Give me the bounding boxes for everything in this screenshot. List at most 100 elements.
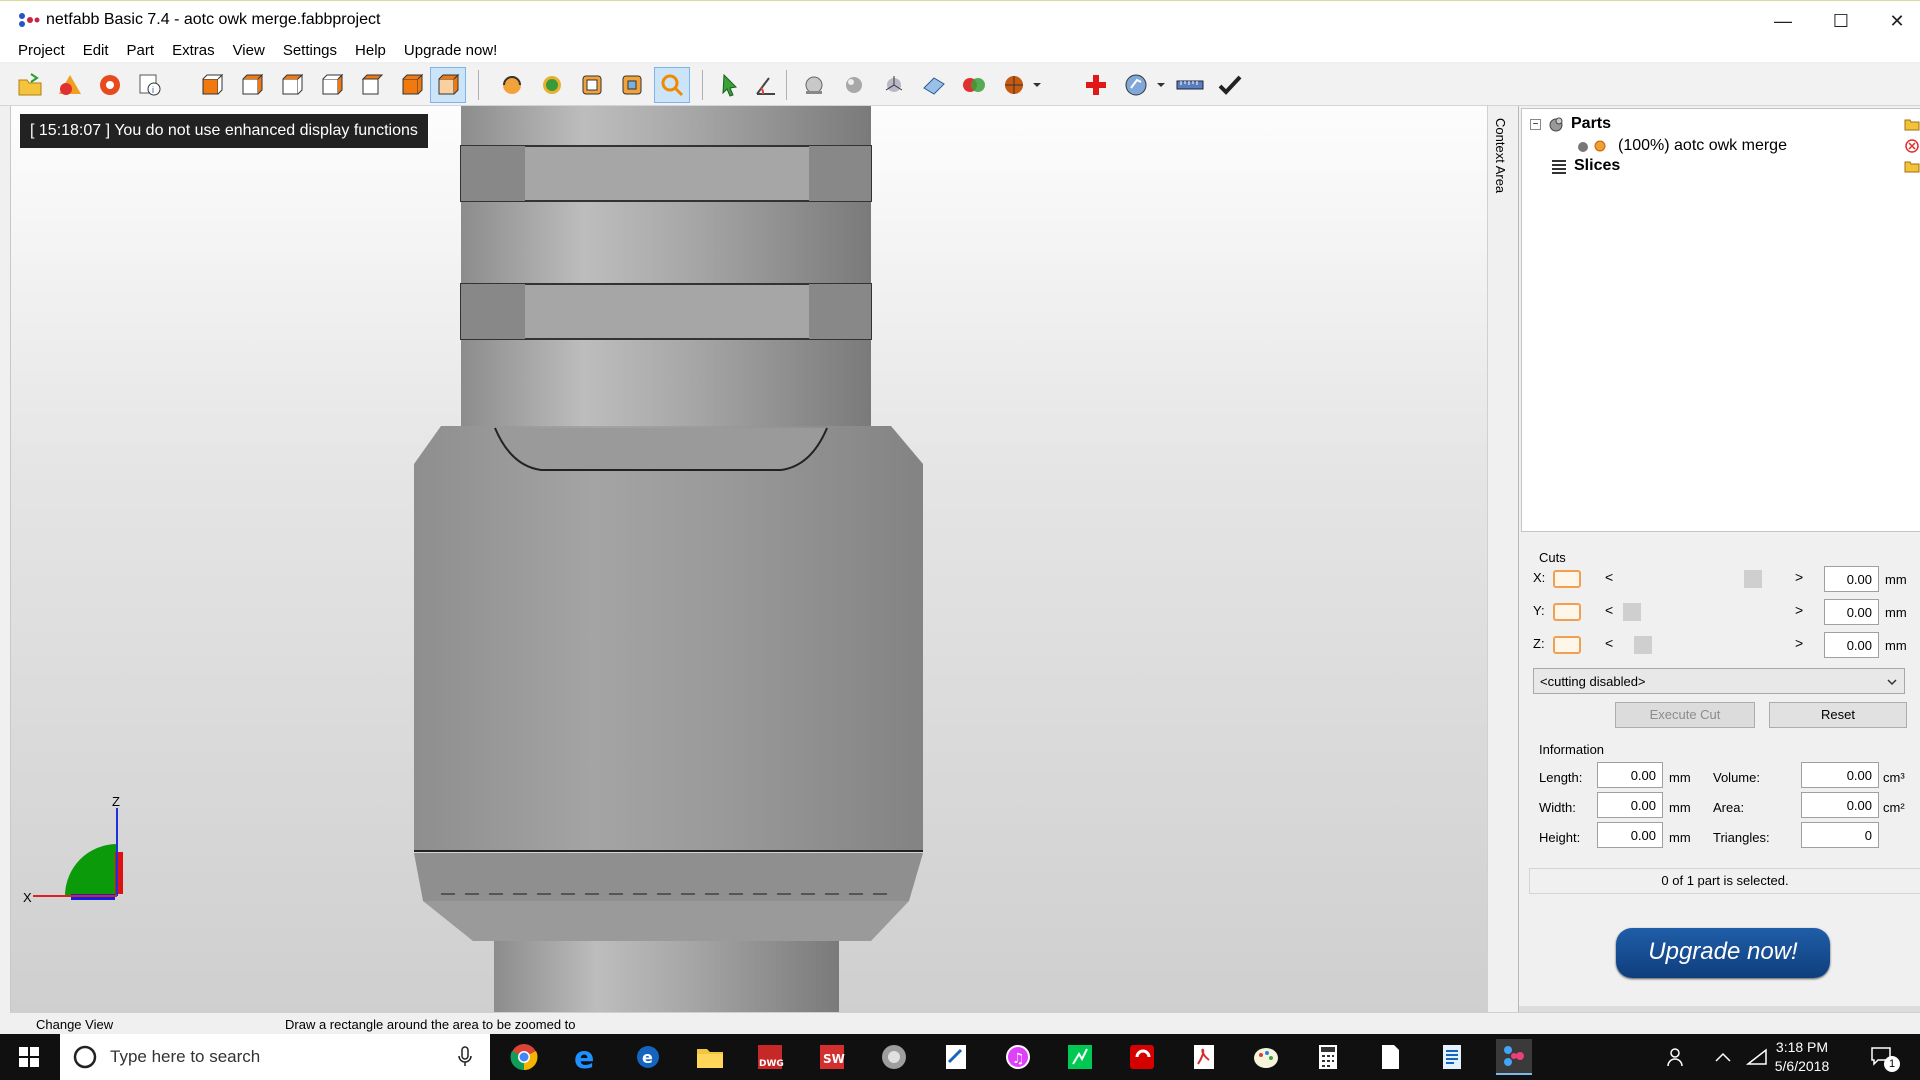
view-iso-icon[interactable] (430, 67, 466, 103)
calculator-icon[interactable] (1310, 1039, 1346, 1075)
microphone-icon[interactable] (457, 1046, 473, 1068)
measure-angle-icon[interactable] (748, 67, 784, 103)
colors-icon[interactable] (956, 67, 992, 103)
notepad-icon[interactable] (938, 1039, 974, 1075)
cut-y-decrease[interactable]: < (1605, 602, 1613, 618)
upgrade-now-button[interactable]: Upgrade now! (1616, 928, 1830, 978)
collapse-icon[interactable]: − (1530, 118, 1541, 130)
smooth-shading-icon[interactable] (836, 67, 872, 103)
rotate-view-icon[interactable] (494, 67, 530, 103)
cut-x-decrease[interactable]: < (1605, 569, 1613, 585)
action-center-button[interactable]: 1 (1864, 1042, 1904, 1072)
axes-icon[interactable] (876, 67, 912, 103)
view-bottom-icon[interactable] (394, 67, 430, 103)
file-explorer-icon[interactable] (692, 1039, 728, 1075)
cut-mode-select[interactable]: <cutting disabled> (1533, 668, 1905, 694)
file-icon[interactable] (1372, 1039, 1408, 1075)
cut-y-slider[interactable] (1623, 603, 1783, 621)
app-red-icon[interactable] (1124, 1039, 1160, 1075)
chevron-up-icon[interactable] (1714, 1050, 1732, 1064)
tree-node-part[interactable]: (100%) aotc owk merge (1574, 137, 1787, 155)
zoom-all-icon[interactable] (574, 67, 610, 103)
menu-settings[interactable]: Settings (273, 40, 345, 62)
view-front-icon[interactable] (194, 67, 230, 103)
fit-dropdown-icon[interactable] (1150, 67, 1172, 103)
add-repair-icon[interactable] (1078, 67, 1114, 103)
menu-view[interactable]: View (223, 40, 273, 62)
app-icon[interactable] (876, 1039, 912, 1075)
cut-x-thumb[interactable] (1744, 570, 1762, 588)
menu-help[interactable]: Help (345, 40, 394, 62)
people-icon[interactable] (1666, 1046, 1688, 1068)
sw-icon[interactable]: SW (814, 1039, 850, 1075)
cut-z-thumb[interactable] (1634, 636, 1652, 654)
cut-z-decrease[interactable]: < (1605, 635, 1613, 651)
view-back-icon[interactable] (234, 67, 270, 103)
chrome-icon[interactable] (506, 1039, 542, 1075)
open-project-icon[interactable] (12, 67, 48, 103)
minimize-button[interactable]: — (1754, 1, 1812, 41)
cut-y-unit: mm (1885, 605, 1907, 620)
dwg-icon[interactable]: DWG (752, 1039, 788, 1075)
cut-y-value[interactable]: 0.00 (1824, 599, 1879, 625)
cut-z-value[interactable]: 0.00 (1824, 632, 1879, 658)
texture-dropdown-icon[interactable] (1026, 67, 1048, 103)
system-clock[interactable]: 3:18 PM 5/6/2018 (1762, 1038, 1842, 1076)
cut-y-increase[interactable]: > (1795, 602, 1803, 618)
netfabb-icon[interactable] (1496, 1039, 1532, 1075)
tree-node-slices[interactable]: Slices (1550, 157, 1620, 175)
cut-z-slider[interactable] (1623, 636, 1783, 654)
cut-x-increase[interactable]: > (1795, 569, 1803, 585)
cut-z-toggle[interactable] (1553, 636, 1581, 654)
cut-y-toggle[interactable] (1553, 603, 1581, 621)
cut-x-toggle[interactable] (1553, 570, 1581, 588)
ie-icon[interactable]: e (630, 1039, 666, 1075)
maximize-button[interactable]: ☐ (1812, 1, 1870, 41)
zoom-rectangle-icon[interactable] (654, 67, 690, 103)
cut-x-value[interactable]: 0.00 (1824, 566, 1879, 592)
3d-viewport[interactable]: [ 15:18:07 ] You do not use enhanced dis… (10, 106, 1487, 1012)
acrobat-icon[interactable] (1186, 1039, 1222, 1075)
taskbar-search[interactable]: Type here to search (60, 1034, 490, 1080)
add-part-icon[interactable] (52, 67, 88, 103)
select-pointer-icon[interactable] (712, 67, 748, 103)
execute-cut-button[interactable]: Execute Cut (1615, 702, 1755, 728)
cut-x-slider[interactable] (1623, 570, 1783, 588)
context-area-strip[interactable]: Context Area (1487, 106, 1515, 1012)
menu-edit[interactable]: Edit (73, 40, 117, 62)
slices-folder-icon[interactable] (1904, 159, 1920, 173)
svg-text:DWG: DWG (759, 1059, 784, 1069)
notification-count: 1 (1884, 1056, 1900, 1072)
app-green-icon[interactable] (1062, 1039, 1098, 1075)
fit-icon[interactable] (1118, 67, 1154, 103)
remove-part-icon[interactable] (1905, 139, 1919, 153)
menu-project[interactable]: Project (0, 40, 73, 62)
document-icon[interactable] (1434, 1039, 1470, 1075)
part-info-icon[interactable]: i (132, 67, 168, 103)
pan-view-icon[interactable] (534, 67, 570, 103)
wireframe-icon[interactable] (916, 67, 952, 103)
menu-part[interactable]: Part (117, 40, 163, 62)
view-left-icon[interactable] (274, 67, 310, 103)
menu-upgrade[interactable]: Upgrade now! (394, 40, 505, 62)
check-icon[interactable] (1212, 67, 1248, 103)
repair-icon[interactable] (92, 67, 128, 103)
start-button[interactable] (0, 1034, 58, 1080)
paint-icon[interactable] (1248, 1039, 1284, 1075)
tree-node-parts[interactable]: − Parts (1530, 115, 1611, 133)
view-top-icon[interactable] (354, 67, 390, 103)
shading-icon[interactable] (796, 67, 832, 103)
slices-icon (1552, 160, 1566, 174)
reset-button[interactable]: Reset (1769, 702, 1907, 728)
close-button[interactable]: ✕ (1868, 1, 1920, 41)
menu-extras[interactable]: Extras (162, 40, 223, 62)
view-right-icon[interactable] (314, 67, 350, 103)
parts-folder-icon[interactable] (1904, 117, 1920, 131)
itunes-icon[interactable]: ♫ (1000, 1039, 1036, 1075)
cut-mode-value: <cutting disabled> (1540, 674, 1646, 689)
ruler-icon[interactable] (1172, 67, 1208, 103)
cut-y-thumb[interactable] (1623, 603, 1641, 621)
edge-icon[interactable]: e (568, 1039, 604, 1075)
cut-z-increase[interactable]: > (1795, 635, 1803, 651)
zoom-selection-icon[interactable] (614, 67, 650, 103)
